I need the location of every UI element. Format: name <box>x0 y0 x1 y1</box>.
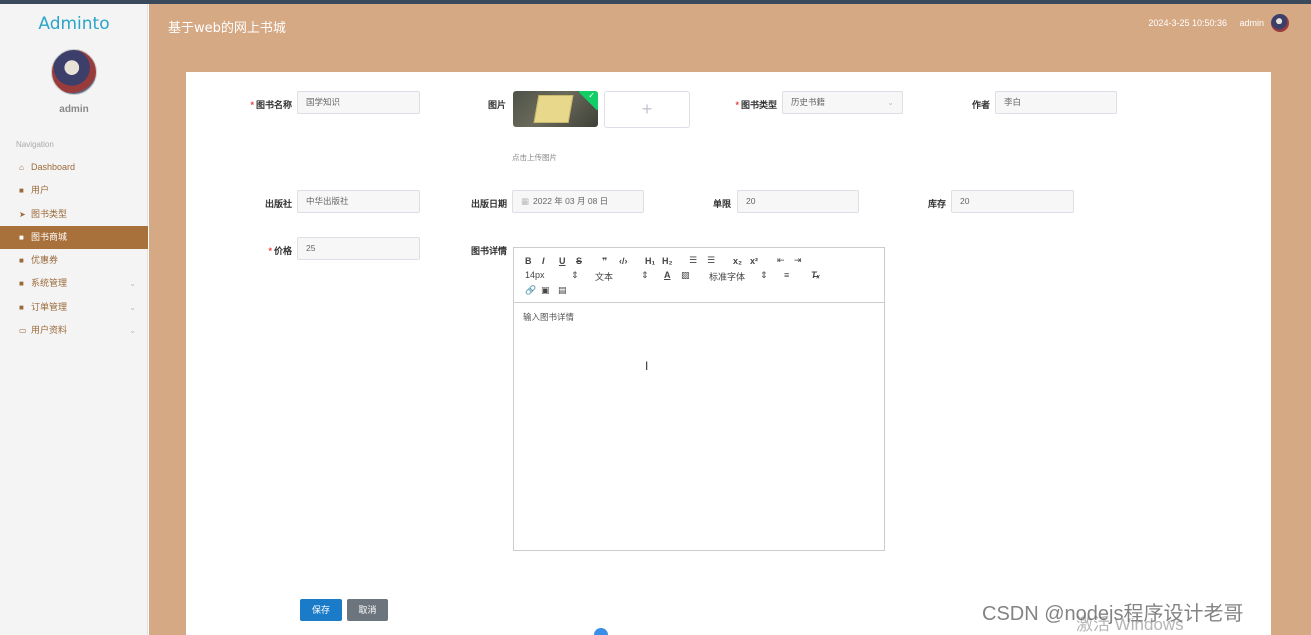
avatar[interactable] <box>51 49 97 95</box>
sidebar-item-label: 系统管理 <box>31 278 68 289</box>
nav-list: ⌂ Dashboard ■ 用户 ➤ 图书类型 ■ 图书商城 ■ 优惠券 ■ 系统管理 ⌄ ■… <box>0 156 148 342</box>
sidebar-item-coupons[interactable]: ■ 优惠券 <box>0 249 148 272</box>
font-size-select[interactable]: 14px <box>525 270 545 280</box>
author-label: 作者 <box>971 100 990 110</box>
publish-date-label: 出版日期 <box>470 199 507 209</box>
upload-tip: 点击上传图片 <box>512 153 557 162</box>
scroll-indicator[interactable] <box>594 628 608 635</box>
bold-button[interactable]: B <box>525 256 532 266</box>
upload-image-button[interactable]: + <box>604 91 690 128</box>
sidebar-item-label: Dashboard <box>31 162 76 172</box>
card-icon: ▭ <box>19 326 27 336</box>
rich-text-editor[interactable]: B I U S ❞ ‹/› H₁ H₂ ☰ ☰ x₂ x² ⇤ ⇥ 14px ⇕… <box>513 247 885 551</box>
chevron-down-icon: ⌄ <box>129 326 136 336</box>
chevron-down-icon: ⌄ <box>129 302 136 312</box>
check-icon: ✓ <box>588 91 595 100</box>
grid-icon: ■ <box>19 232 24 242</box>
top-header: 基于web的网上书城 2024-3-25 10:50:36 admin <box>149 4 1311 48</box>
book-name-label: * 图书名称 <box>250 100 292 110</box>
italic-button[interactable]: I <box>542 256 545 266</box>
sidebar-item-system[interactable]: ■ 系统管理 ⌄ <box>0 272 148 295</box>
publisher-label: 出版社 <box>264 199 292 209</box>
ordered-list-icon[interactable]: ☰ <box>689 255 697 266</box>
calendar-icon: ▦ <box>521 196 530 206</box>
limit-label: 单限 <box>712 199 731 209</box>
sidebar-item-book-store[interactable]: ■ 图书商城 <box>0 225 148 250</box>
book-type-select[interactable]: 历史书籍 ⌄ <box>782 91 903 114</box>
video-icon[interactable]: ▤ <box>558 285 567 296</box>
sidebar-item-label: 用户 <box>31 185 50 196</box>
chevron-updown-icon: ⇕ <box>641 270 649 280</box>
header-datetime: 2024-3-25 10:50:36 <box>1148 18 1227 28</box>
clear-format-button[interactable]: T̶ₓ <box>811 270 820 280</box>
price-input[interactable]: 25 <box>297 237 420 260</box>
underline-button[interactable]: U <box>559 256 566 266</box>
header1-button[interactable]: H₁ <box>645 256 655 266</box>
book-name-input[interactable]: 国学知识 <box>297 91 420 114</box>
csdn-watermark: CSDN @nodejs程序设计老哥 <box>982 603 1244 625</box>
grid-icon: ■ <box>19 302 24 312</box>
details-label: 图书详情 <box>470 246 507 256</box>
bullet-list-icon[interactable]: ☰ <box>707 255 715 266</box>
header-avatar[interactable] <box>1271 14 1289 32</box>
home-icon: ⌂ <box>19 163 24 172</box>
align-icon[interactable]: ≡ <box>784 270 789 280</box>
background-color-icon[interactable]: ▨ <box>681 270 690 281</box>
sidebar-item-orders[interactable]: ■ 订单管理 ⌄ <box>0 296 148 319</box>
blockquote-button[interactable]: ❞ <box>602 256 607 267</box>
sidebar-item-book-types[interactable]: ➤ 图书类型 <box>0 203 148 226</box>
stock-label: 库存 <box>927 199 946 209</box>
sidebar-item-dashboard[interactable]: ⌂ Dashboard <box>0 156 148 179</box>
price-label: * 价格 <box>268 246 292 256</box>
chevron-down-icon: ⌄ <box>887 98 894 107</box>
grid-icon: ■ <box>19 279 24 289</box>
subscript-button[interactable]: x₂ <box>733 256 742 266</box>
editor-content[interactable]: 输入图书详情 <box>523 311 574 323</box>
author-input[interactable]: 李白 <box>995 91 1117 114</box>
sidebar-item-users[interactable]: ■ 用户 <box>0 179 148 202</box>
text-style-select[interactable]: 文本 <box>595 270 613 283</box>
publisher-input[interactable]: 中华出版社 <box>297 190 420 213</box>
save-button[interactable]: 保存 <box>300 599 342 621</box>
app-logo[interactable]: Adminto <box>0 14 148 34</box>
limit-input[interactable]: 20 <box>737 190 859 213</box>
sidebar-item-label: 图书类型 <box>31 208 68 219</box>
sidebar-username: admin <box>59 104 89 115</box>
nav-heading: Navigation <box>16 140 54 149</box>
uploaded-book-image[interactable]: ✓ <box>513 91 598 127</box>
header-username[interactable]: admin <box>1239 18 1264 28</box>
sidebar-item-profile[interactable]: ▭ 用户资料 ⌄ <box>0 319 148 342</box>
chevron-updown-icon: ⇕ <box>760 270 768 280</box>
strike-button[interactable]: S <box>576 256 582 266</box>
sidebar-item-label: 用户资料 <box>31 325 68 336</box>
publish-date-picker[interactable]: ▦ 2022 年 03 月 08 日 <box>512 190 644 213</box>
grid-icon: ■ <box>19 186 24 196</box>
code-button[interactable]: ‹/› <box>619 256 628 266</box>
grid-icon: ■ <box>19 256 24 266</box>
book-type-label: * 图书类型 <box>735 100 777 110</box>
image-icon[interactable]: ▣ <box>541 285 550 296</box>
book-cover-image <box>533 95 574 123</box>
editor-toolbar: B I U S ❞ ‹/› H₁ H₂ ☰ ☰ x₂ x² ⇤ ⇥ 14px ⇕… <box>514 248 884 303</box>
link-icon[interactable]: 🔗 <box>525 285 536 296</box>
font-color-button[interactable]: A <box>664 270 671 280</box>
sidebar: Adminto admin Navigation ⌂ Dashboard ■ 用户 … <box>0 4 148 635</box>
text-cursor-icon: I <box>645 359 649 373</box>
superscript-button[interactable]: x² <box>750 256 758 266</box>
send-icon: ➤ <box>19 209 26 219</box>
stock-input[interactable]: 20 <box>951 190 1074 213</box>
indent-icon[interactable]: ⇥ <box>794 255 802 266</box>
header2-button[interactable]: H₂ <box>662 256 673 266</box>
font-family-select[interactable]: 标准字体 <box>709 270 745 283</box>
sidebar-item-label: 订单管理 <box>31 301 68 312</box>
page-title: 基于web的网上书城 <box>168 21 286 36</box>
image-label: 图片 <box>487 100 506 110</box>
sidebar-item-label: 优惠券 <box>31 255 59 266</box>
sidebar-item-label: 图书商城 <box>31 231 68 242</box>
cancel-button[interactable]: 取消 <box>347 599 388 621</box>
chevron-down-icon: ⌄ <box>129 279 136 289</box>
outdent-icon[interactable]: ⇤ <box>777 255 785 266</box>
chevron-updown-icon: ⇕ <box>571 270 579 280</box>
